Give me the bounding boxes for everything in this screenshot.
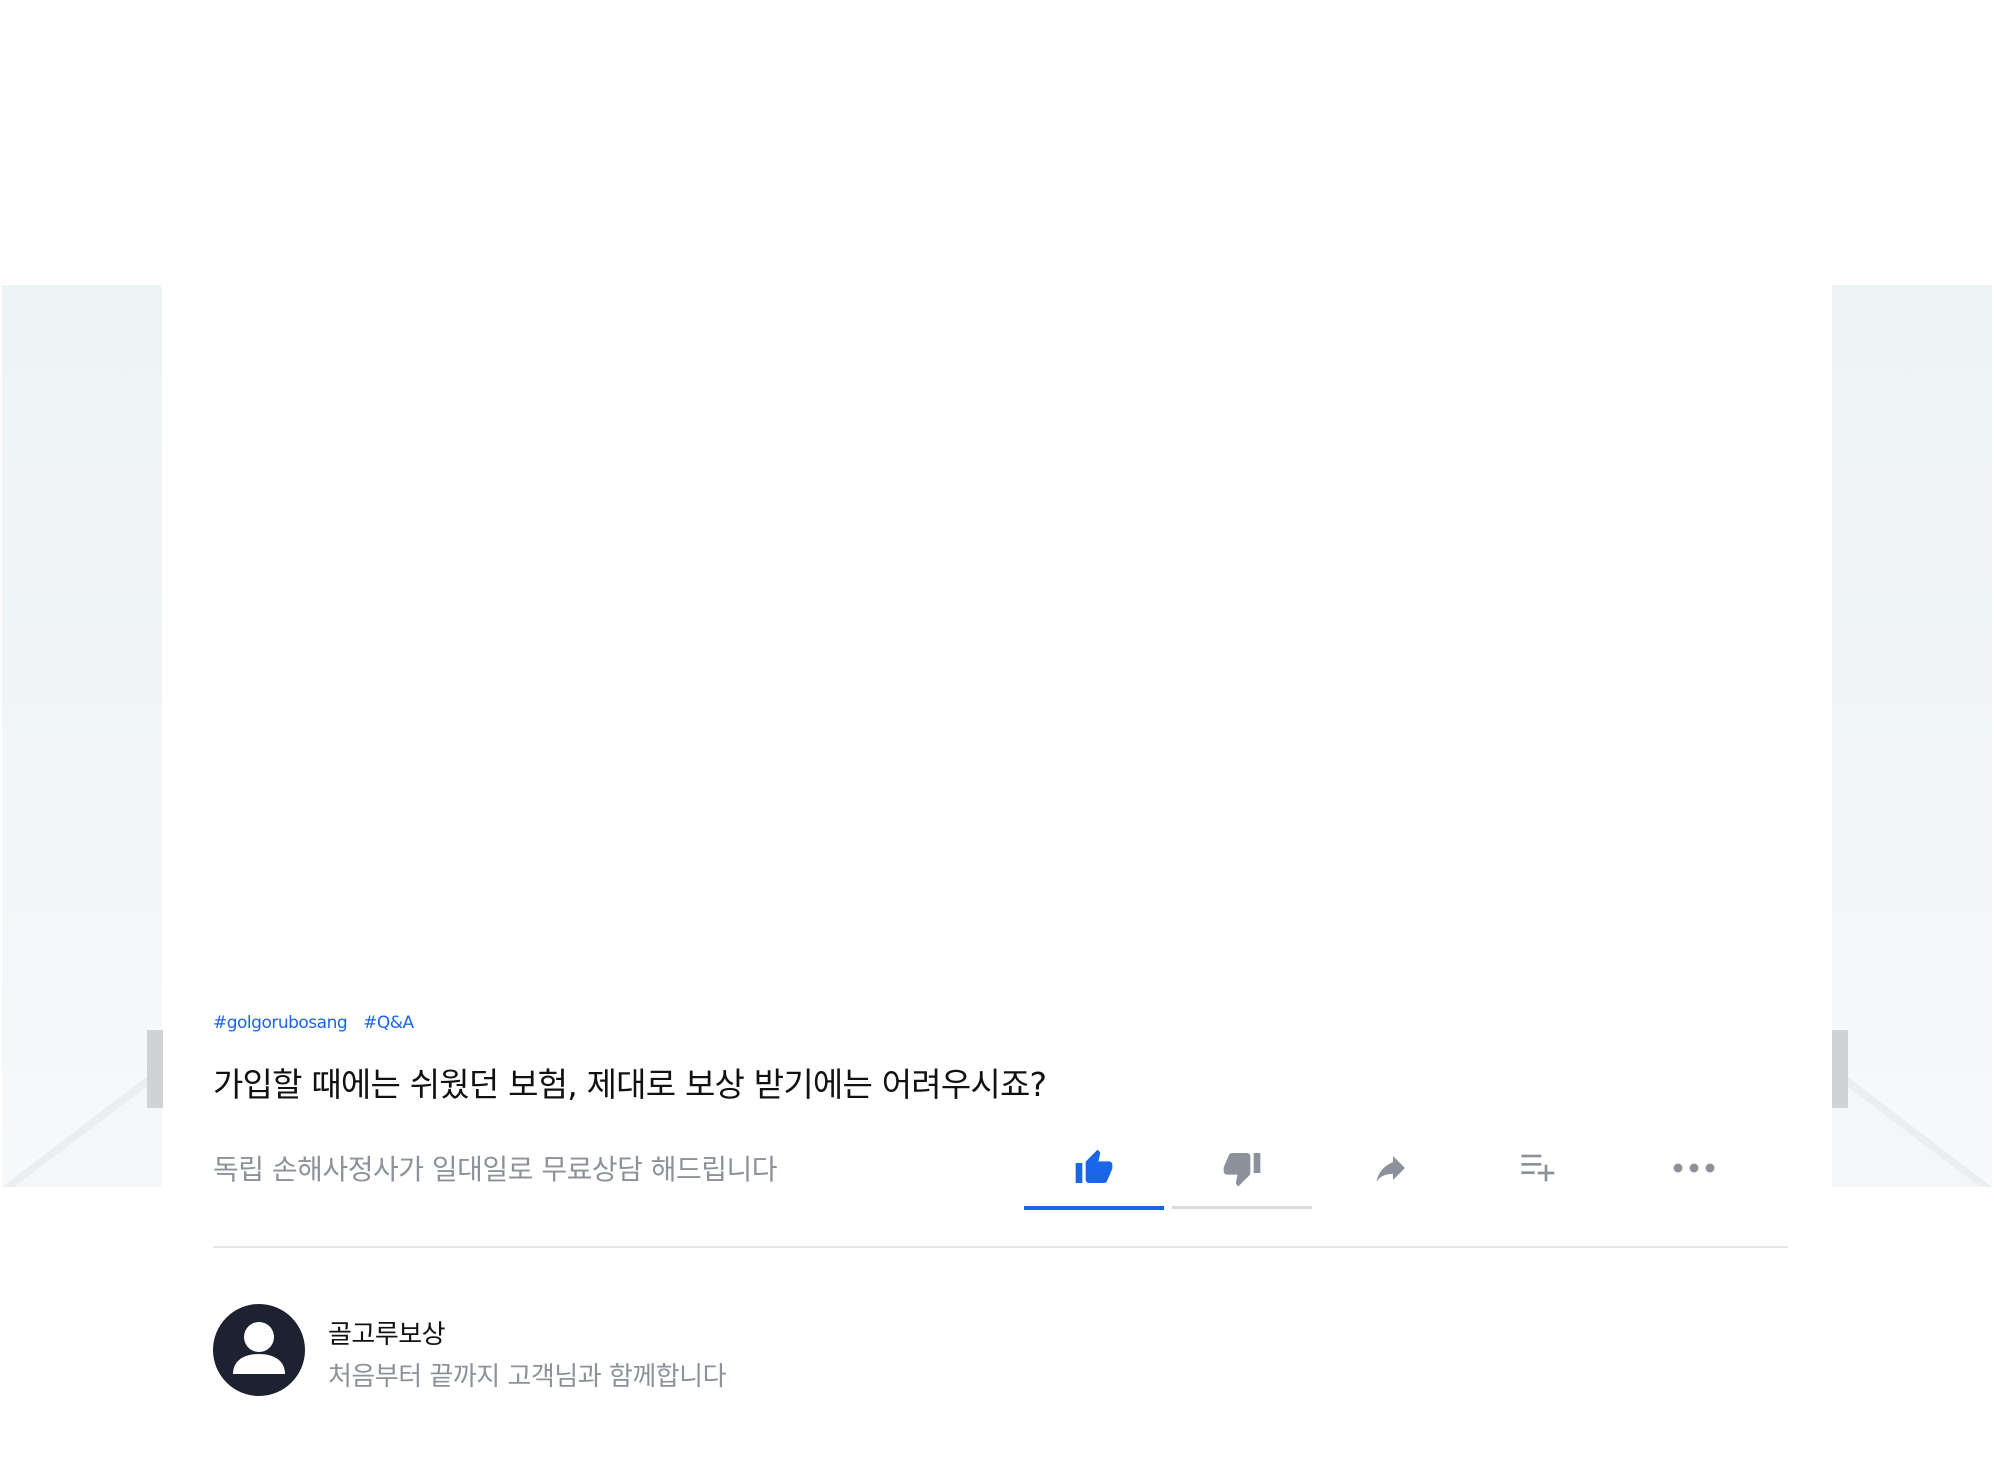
thumbs-up-icon	[1075, 1149, 1113, 1184]
person-icon	[233, 1322, 285, 1374]
hashtag-link[interactable]: #Q&A	[363, 1013, 414, 1033]
hashtag-link[interactable]: #golgorubosang	[213, 1013, 348, 1033]
right-panel-handle	[1832, 1030, 1848, 1108]
like-button[interactable]	[1024, 1128, 1164, 1208]
channel-name[interactable]: 골고루보상	[328, 1314, 446, 1351]
left-floor-shadow	[2, 1065, 162, 1187]
action-bar	[1024, 1128, 1784, 1211]
more-options-button[interactable]	[1624, 1128, 1764, 1208]
dislike-button[interactable]	[1172, 1128, 1312, 1208]
channel-avatar[interactable]	[213, 1304, 305, 1396]
right-floor-shadow	[1832, 1065, 1992, 1187]
share-button[interactable]	[1320, 1128, 1460, 1208]
section-divider	[213, 1246, 1788, 1248]
more-horizontal-icon	[1673, 1163, 1715, 1173]
video-player[interactable]	[163, 285, 1831, 985]
left-panel-handle	[147, 1030, 163, 1108]
share-arrow-icon	[1376, 1156, 1405, 1182]
playlist-add-icon	[1521, 1154, 1555, 1182]
video-page: #golgorubosang #Q&A 가입할 때에는 쉬웠던 보험, 제대로 …	[0, 0, 1994, 1472]
video-info-row: 독립 손해사정사가 일대일로 무료상담 해드립니다	[213, 1128, 1788, 1211]
add-to-playlist-button[interactable]	[1468, 1128, 1608, 1208]
hashtag-list: #golgorubosang #Q&A	[213, 1010, 1788, 1036]
channel-description: 처음부터 끝까지 고객님과 함께합니다	[328, 1362, 727, 1392]
right-side-panel	[1832, 285, 1992, 1187]
channel-info: 골고루보상 처음부터 끝까지 고객님과 함께합니다	[213, 1304, 1113, 1398]
like-ratio-bar	[1024, 1206, 1164, 1211]
video-subtitle: 독립 손해사정사가 일대일로 무료상담 해드립니다	[213, 1153, 778, 1187]
thumbs-down-icon	[1223, 1153, 1261, 1187]
video-info: #golgorubosang #Q&A 가입할 때에는 쉬웠던 보험, 제대로 …	[213, 1010, 1788, 1211]
dislike-ratio-bar	[1172, 1206, 1312, 1210]
left-side-panel	[2, 285, 162, 1187]
video-title: 가입할 때에는 쉬웠던 보험, 제대로 보상 받기에는 어려우시죠?	[213, 1065, 1047, 1104]
